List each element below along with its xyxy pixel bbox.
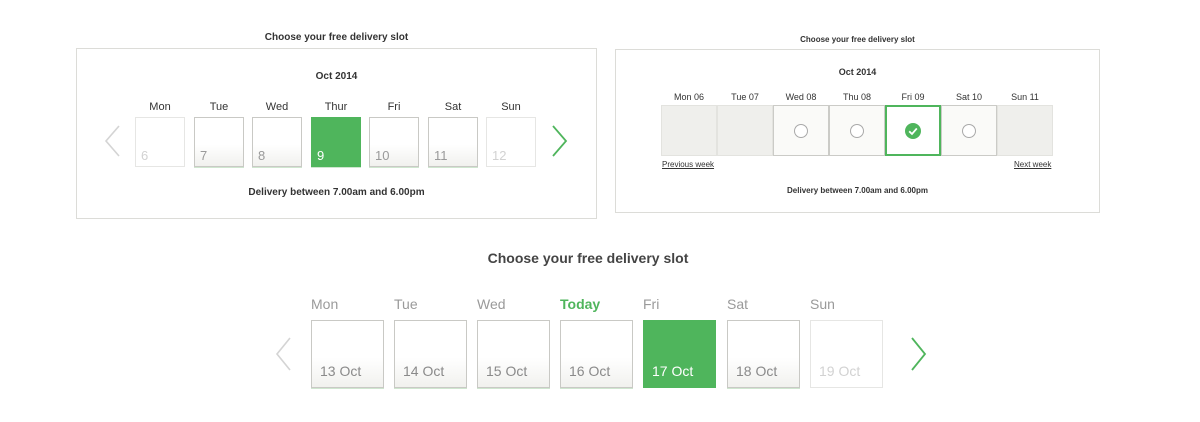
widget-c-prev-button[interactable] bbox=[274, 336, 294, 377]
date-label: 15 Oct bbox=[486, 363, 528, 379]
widget-b-slot-cell[interactable] bbox=[773, 105, 829, 156]
widget-b-month: Oct 2014 bbox=[838, 67, 877, 77]
widget-b-slot-cell bbox=[717, 105, 773, 156]
radio-button[interactable] bbox=[794, 123, 808, 138]
radio-button[interactable] bbox=[850, 123, 864, 138]
widget-c-date-cell[interactable]: 18 Oct bbox=[727, 320, 800, 388]
date-label: 18 Oct bbox=[736, 363, 778, 379]
widget-c-date-cell[interactable]: 14 Oct bbox=[394, 320, 467, 388]
date-label: 6 bbox=[141, 148, 149, 163]
date-label: 9 bbox=[317, 148, 325, 163]
widget-a-month: Oct 2014 bbox=[315, 71, 358, 82]
widget-b-slot-cell bbox=[661, 105, 717, 156]
widget-b-delivery-note: Delivery between 7.00am and 6.00pm bbox=[787, 186, 928, 195]
previous-week-link[interactable]: Previous week bbox=[662, 160, 714, 169]
radio-button[interactable] bbox=[962, 123, 976, 138]
widget-a-date-cell[interactable]: 7 bbox=[194, 117, 244, 167]
chevron-right-icon bbox=[911, 337, 927, 371]
chevron-left-icon bbox=[275, 337, 291, 371]
chevron-right-icon bbox=[552, 125, 568, 157]
widget-b-title: Choose your free delivery slot bbox=[800, 35, 915, 44]
widget-a-day-name: Sat bbox=[444, 101, 462, 113]
widget-b-day-name: Tue 07 bbox=[731, 92, 759, 102]
widget-c-date-cell: 19 Oct bbox=[810, 320, 883, 388]
widget-c-day-name: Sat bbox=[727, 296, 749, 312]
widget-c-day-name: Tue bbox=[394, 296, 418, 312]
widget-b-day-name: Wed 08 bbox=[785, 92, 817, 102]
date-label: 13 Oct bbox=[320, 363, 362, 379]
widget-a-date-cell[interactable]: 8 bbox=[252, 117, 302, 167]
widget-a-date-cell: 12 bbox=[486, 117, 536, 167]
date-label: 17 Oct bbox=[652, 363, 694, 379]
widget-a-day-name: Mon bbox=[149, 101, 171, 113]
date-label: 10 bbox=[375, 148, 390, 163]
widget-a-day-name: Wed bbox=[265, 101, 289, 113]
date-label: 12 bbox=[492, 148, 507, 163]
widget-a-delivery-note: Delivery between 7.00am and 6.00pm bbox=[248, 187, 425, 198]
widget-b-day-name: Fri 09 bbox=[901, 92, 925, 102]
date-label: 7 bbox=[200, 148, 208, 163]
widget-c-day-name: Sun bbox=[810, 296, 835, 312]
widget-c-date-cell[interactable]: 15 Oct bbox=[477, 320, 550, 388]
widget-a-day-name: Sun bbox=[501, 101, 521, 113]
widget-b-day-name: Mon 06 bbox=[673, 92, 705, 102]
widget-b-slot-cell[interactable] bbox=[885, 105, 941, 156]
widget-a-day-name: Tue bbox=[209, 101, 229, 113]
widget-a-date-cell: 6 bbox=[135, 117, 185, 167]
chevron-left-icon bbox=[104, 125, 120, 157]
widget-a-date-cell[interactable]: 10 bbox=[369, 117, 419, 167]
widget-b-day-name: Sat 10 bbox=[955, 92, 983, 102]
widget-a-day-name: Fri bbox=[387, 101, 401, 113]
date-label: 19 Oct bbox=[819, 363, 861, 379]
date-label: 14 Oct bbox=[403, 363, 445, 379]
widget-b-day-name: Sun 11 bbox=[1011, 92, 1039, 102]
widget-b-slot-cell[interactable] bbox=[829, 105, 885, 156]
widget-c-next-button[interactable] bbox=[908, 336, 928, 377]
widget-c-title: Choose your free delivery slot bbox=[487, 250, 689, 266]
widget-b-day-name: Thu 08 bbox=[842, 92, 872, 102]
date-label: 11 bbox=[434, 148, 448, 163]
widget-a-date-cell[interactable]: 9 bbox=[311, 117, 361, 167]
next-week-link[interactable]: Next week bbox=[1014, 160, 1051, 169]
widget-c-date-cell[interactable]: 16 Oct bbox=[560, 320, 633, 388]
widget-c-day-name: Mon bbox=[311, 296, 339, 312]
widget-b-slot-cell[interactable] bbox=[941, 105, 997, 156]
widget-a-date-cell[interactable]: 11 bbox=[428, 117, 478, 167]
widget-a-day-name: Thur bbox=[324, 101, 348, 113]
widget-c-date-cell[interactable]: 17 Oct bbox=[643, 320, 716, 388]
widget-a-next-button[interactable] bbox=[549, 124, 569, 163]
widget-c-date-cell[interactable]: 13 Oct bbox=[311, 320, 384, 388]
widget-a-title: Choose your free delivery slot bbox=[264, 32, 409, 43]
widget-c-day-name: Fri bbox=[643, 296, 660, 312]
date-label: 8 bbox=[258, 148, 266, 163]
widget-b-slot-cell bbox=[997, 105, 1053, 156]
widget-c-day-name: Wed bbox=[477, 296, 506, 312]
widget-a-prev-button[interactable] bbox=[103, 124, 123, 163]
date-label: 16 Oct bbox=[569, 363, 611, 379]
checkmark-icon[interactable] bbox=[905, 122, 921, 139]
widget-c-day-name: Today bbox=[560, 296, 601, 312]
